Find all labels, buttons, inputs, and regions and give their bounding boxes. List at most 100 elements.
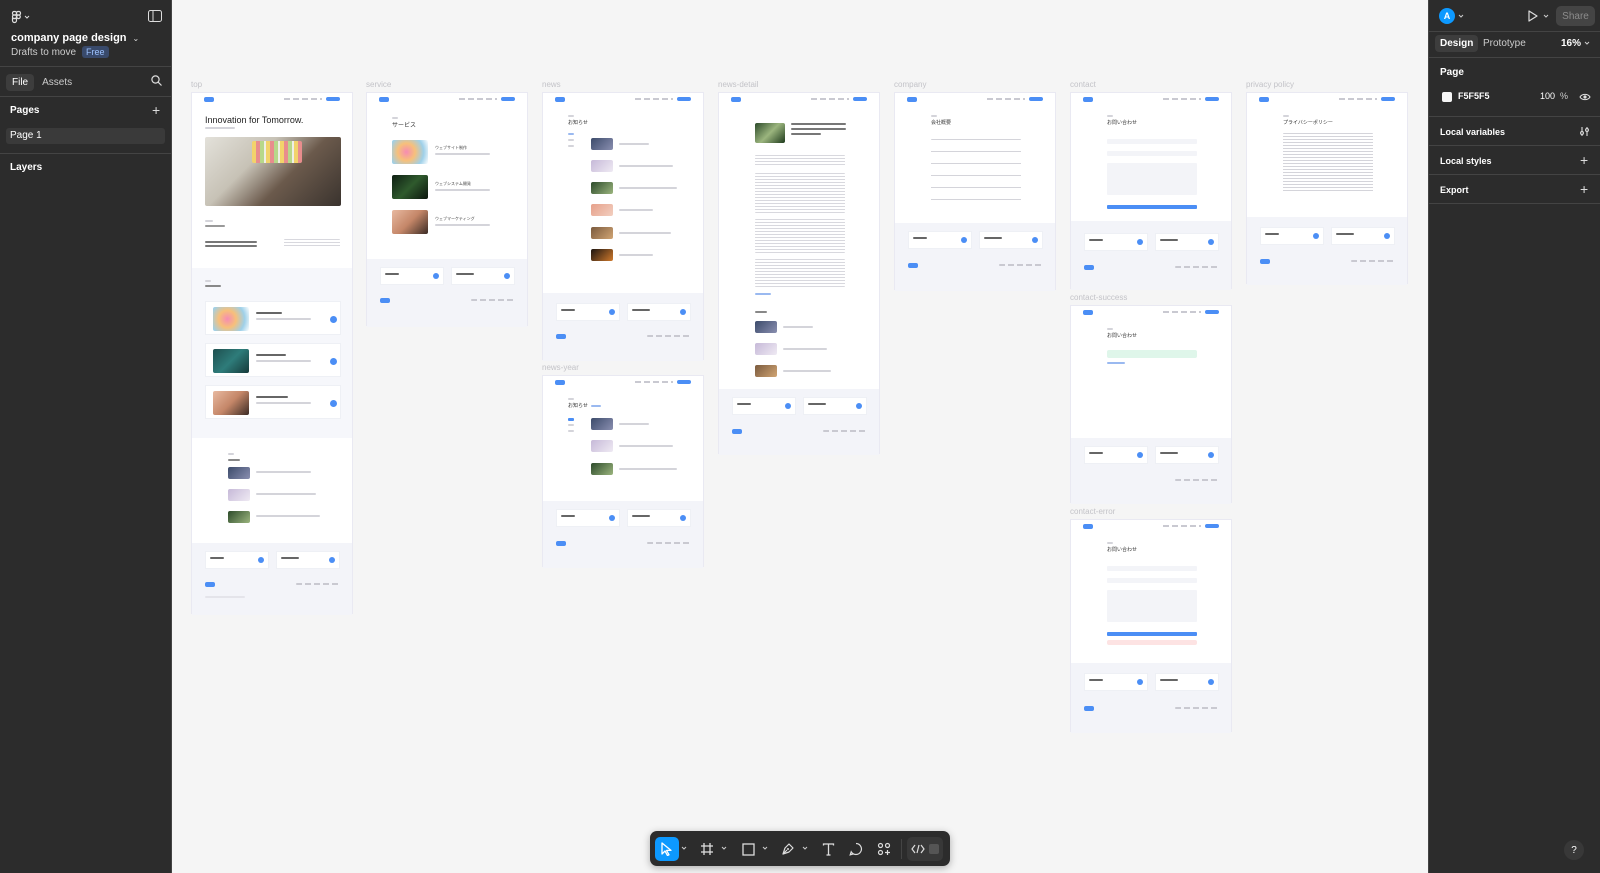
chevron-down-icon[interactable] xyxy=(1543,13,1549,19)
comment-tool-button[interactable] xyxy=(844,837,868,861)
frame-news-detail[interactable] xyxy=(718,92,880,455)
service-item-title: ウェブシステム開発 xyxy=(435,181,471,186)
right-sidebar: A Share Design Prototype 16% Page F5F5F5… xyxy=(1428,0,1600,873)
present-play-button[interactable] xyxy=(1527,10,1539,22)
file-name[interactable]: company page design xyxy=(11,32,127,44)
contact-success-title: お問い合わせ xyxy=(1107,333,1138,339)
project-location[interactable]: Drafts to move xyxy=(11,47,76,58)
tab-file[interactable]: File xyxy=(6,73,35,91)
frame-label-privacy-policy[interactable]: privacy policy xyxy=(1246,80,1294,89)
code-brackets-icon xyxy=(911,844,925,854)
frame-contact[interactable]: お問い合わせ xyxy=(1070,92,1232,290)
avatar-letter: A xyxy=(1443,11,1451,21)
frame-tool-button[interactable] xyxy=(695,837,719,861)
help-button[interactable]: ? xyxy=(1564,840,1584,860)
frame-label-news[interactable]: news xyxy=(542,80,561,89)
frame-label-company[interactable]: company xyxy=(894,80,926,89)
frame-news-year[interactable]: お知らせ xyxy=(542,375,704,568)
frame-contact-error[interactable]: お問い合わせ xyxy=(1070,519,1232,733)
pages-heading: Pages xyxy=(10,105,40,116)
frame-company[interactable]: 会社概要 xyxy=(894,92,1056,291)
tab-assets[interactable]: Assets xyxy=(42,77,72,88)
page-list-item[interactable]: Page 1 xyxy=(6,128,165,144)
local-variables-label[interactable]: Local variables xyxy=(1440,127,1505,137)
layers-heading: Layers xyxy=(10,162,43,173)
move-tool-button[interactable] xyxy=(655,837,679,861)
company-title: 会社概要 xyxy=(931,120,952,126)
figma-logo-icon xyxy=(11,10,30,24)
opacity-percent: % xyxy=(1560,91,1569,101)
local-styles-label[interactable]: Local styles xyxy=(1440,156,1492,166)
success-message xyxy=(1107,350,1197,358)
design-canvas[interactable]: top Innovation for Tomorrow. service サービ… xyxy=(172,0,1428,873)
pen-nib-icon xyxy=(782,843,794,855)
contact-title: お問い合わせ xyxy=(1107,120,1138,126)
color-swatch[interactable] xyxy=(1442,92,1452,102)
visibility-eye-icon[interactable] xyxy=(1579,92,1591,102)
left-sidebar: company page design ⌄ Drafts to move Fre… xyxy=(0,0,172,873)
chevron-down-icon[interactable] xyxy=(1458,13,1464,19)
frame-contact-success[interactable]: お問い合わせ xyxy=(1070,305,1232,504)
chevron-down-icon[interactable]: ⌄ xyxy=(133,34,140,43)
export-label[interactable]: Export xyxy=(1440,185,1469,195)
add-export-icon[interactable]: + xyxy=(1580,181,1588,197)
frame-label-contact-error[interactable]: contact-error xyxy=(1070,507,1115,516)
contact-error-title: お問い合わせ xyxy=(1107,547,1138,553)
chevron-down-icon[interactable] xyxy=(1584,40,1590,46)
service-title: サービス xyxy=(392,123,417,129)
color-hex-value[interactable]: F5F5F5 xyxy=(1458,91,1490,101)
frame-hash-icon xyxy=(701,843,713,855)
news-title: お知らせ xyxy=(568,120,588,126)
chevron-down-icon[interactable] xyxy=(802,845,808,851)
share-button[interactable]: Share xyxy=(1556,6,1595,26)
text-t-icon xyxy=(822,842,834,856)
frame-label-service[interactable]: service xyxy=(366,80,391,89)
page-section-heading: Page xyxy=(1440,67,1464,78)
text-tool-button[interactable] xyxy=(816,837,840,861)
add-page-icon[interactable]: + xyxy=(152,103,160,117)
rectangle-tool-button[interactable] xyxy=(736,837,760,861)
chevron-down-icon[interactable] xyxy=(681,845,687,851)
comment-bubble-icon xyxy=(849,842,862,856)
error-message xyxy=(1107,640,1197,645)
service-item-title: ウェブマーケティング xyxy=(435,216,475,221)
pen-tool-button[interactable] xyxy=(776,837,800,861)
zoom-level[interactable]: 16% xyxy=(1561,38,1581,49)
frame-label-contact-success[interactable]: contact-success xyxy=(1070,293,1127,302)
rectangle-icon xyxy=(741,842,755,856)
help-question-icon: ? xyxy=(1571,844,1577,856)
main-menu-button[interactable] xyxy=(10,9,32,25)
service-item-title: ウェブサイト制作 xyxy=(435,145,467,150)
privacy-title: プライバシーポリシー xyxy=(1283,120,1333,126)
actions-tool-button[interactable] xyxy=(872,837,896,861)
frame-label-news-detail[interactable]: news-detail xyxy=(718,80,758,89)
components-grid-icon xyxy=(877,842,891,856)
page-name: Page 1 xyxy=(10,130,42,141)
frame-privacy-policy[interactable]: プライバシーポリシー xyxy=(1246,92,1408,285)
add-style-icon[interactable]: + xyxy=(1580,152,1588,168)
variables-settings-icon[interactable] xyxy=(1579,126,1590,137)
hero-title: Innovation for Tomorrow. xyxy=(205,115,304,125)
share-label: Share xyxy=(1562,10,1589,22)
frame-news[interactable]: お知らせ xyxy=(542,92,704,361)
background-color-field[interactable]: F5F5F5 100 % xyxy=(1439,88,1569,106)
frame-top[interactable]: Innovation for Tomorrow. xyxy=(191,92,353,615)
cursor-arrow-icon xyxy=(661,842,672,856)
dev-mode-button[interactable] xyxy=(907,837,943,861)
frame-label-contact[interactable]: contact xyxy=(1070,80,1096,89)
bottom-toolbar xyxy=(650,831,950,866)
news-year-title: お知らせ xyxy=(568,403,588,409)
frame-label-top[interactable]: top xyxy=(191,80,202,89)
frame-label-news-year[interactable]: news-year xyxy=(542,363,579,372)
plan-badge[interactable]: Free xyxy=(82,46,109,58)
opacity-value[interactable]: 100 xyxy=(1540,91,1555,101)
tab-design[interactable]: Design xyxy=(1435,35,1479,52)
tab-prototype[interactable]: Prototype xyxy=(1483,38,1526,49)
chevron-down-icon[interactable] xyxy=(721,845,727,851)
avatar[interactable]: A xyxy=(1439,8,1455,24)
frame-service[interactable]: サービス ウェブサイト制作 ウェブシステム開発 ウェブマーケティング xyxy=(366,92,528,327)
play-icon xyxy=(1528,10,1538,22)
search-icon[interactable] xyxy=(151,75,162,86)
chevron-down-icon[interactable] xyxy=(762,845,768,851)
toggle-sidebar-icon[interactable] xyxy=(148,10,162,22)
